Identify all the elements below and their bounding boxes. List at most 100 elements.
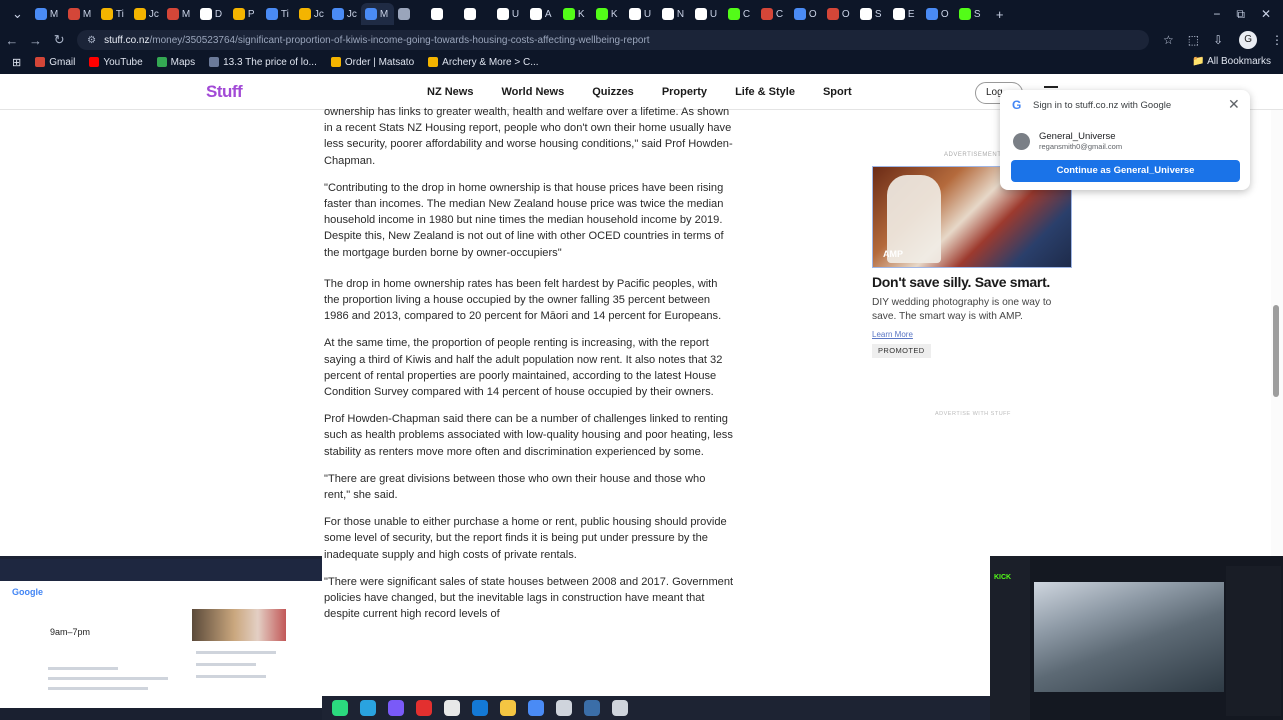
outlook-icon[interactable]: [472, 700, 488, 716]
browser-tab[interactable]: N: [658, 3, 691, 25]
hamburger-menu-icon[interactable]: [1044, 86, 1058, 88]
chat-app-icon[interactable]: [332, 700, 348, 716]
extensions-icon[interactable]: ⬚: [1188, 33, 1199, 47]
calendar-icon[interactable]: [444, 700, 460, 716]
browser-tab[interactable]: Jc: [295, 3, 328, 25]
browser-tab[interactable]: U: [493, 3, 526, 25]
nav-nz-news[interactable]: NZ News: [427, 86, 473, 98]
close-window-icon[interactable]: ✕: [1261, 7, 1271, 21]
apps-grid-icon[interactable]: ⊞: [12, 56, 21, 69]
bookmark-item[interactable]: Archery & More > C...: [428, 57, 539, 68]
tab-search-icon[interactable]: ⌄: [4, 6, 31, 22]
close-icon[interactable]: ✕: [1228, 96, 1240, 113]
bookmark-item[interactable]: Maps: [156, 57, 195, 68]
back-icon[interactable]: ←: [0, 33, 24, 48]
browser-tab[interactable]: O: [823, 3, 856, 25]
reload-icon[interactable]: ↻: [47, 32, 71, 48]
browser-tab[interactable]: K: [592, 3, 625, 25]
browser-tab[interactable]: C: [757, 3, 790, 25]
menu-icon[interactable]: ⋮: [1271, 33, 1283, 47]
browser-tab[interactable]: C: [724, 3, 757, 25]
settings-icon[interactable]: [612, 700, 628, 716]
browser-tab[interactable]: O: [922, 3, 955, 25]
browser-tab[interactable]: Jc: [328, 3, 361, 25]
forward-icon[interactable]: →: [24, 33, 48, 48]
bookmark-item[interactable]: Gmail: [35, 57, 75, 68]
chrome-icon[interactable]: [528, 700, 544, 716]
tab-label: Ti: [115, 8, 124, 20]
bookmark-item[interactable]: Order | Matsato: [330, 57, 414, 68]
nav-sport[interactable]: Sport: [823, 86, 852, 98]
browser-tab[interactable]: P: [229, 3, 262, 25]
browser-tab[interactable]: M: [163, 3, 196, 25]
browser-tab[interactable]: [427, 3, 460, 25]
browser-tab[interactable]: E: [889, 3, 922, 25]
tab-label: E: [907, 8, 915, 20]
continue-as-button[interactable]: Continue as General_Universe: [1011, 160, 1240, 182]
ad-learn-more-link[interactable]: Learn More: [872, 330, 913, 339]
tab-favicon-icon: [793, 8, 806, 20]
stream-video: [1034, 582, 1224, 692]
tab-label: C: [742, 8, 751, 20]
nav-quizzes[interactable]: Quizzes: [592, 86, 634, 98]
browser-tab[interactable]: Ti: [262, 3, 295, 25]
bookmark-item[interactable]: 13.3 The price of lo...: [209, 57, 317, 68]
bookmark-item[interactable]: YouTube: [89, 57, 143, 68]
all-bookmarks[interactable]: 📁 All Bookmarks: [1192, 56, 1271, 67]
browser-tab[interactable]: [460, 3, 493, 25]
downloads-icon[interactable]: ⇩: [1213, 33, 1223, 47]
file-explorer-icon[interactable]: [500, 700, 516, 716]
browser-tab[interactable]: U: [691, 3, 724, 25]
tab-label: M: [82, 8, 92, 20]
article-body: ownership has links to greater wealth, h…: [324, 104, 734, 633]
nav-property[interactable]: Property: [662, 86, 707, 98]
tab-label: S: [973, 8, 981, 20]
tab-favicon-icon: [199, 8, 212, 20]
scrollbar-thumb[interactable]: [1273, 305, 1279, 397]
telegram-icon[interactable]: [360, 700, 376, 716]
browser-tab[interactable]: Jc: [130, 3, 163, 25]
nav-world-news[interactable]: World News: [501, 86, 564, 98]
nav-life-style[interactable]: Life & Style: [735, 86, 795, 98]
amp-logo: AMP: [883, 249, 903, 259]
steam-icon[interactable]: [584, 700, 600, 716]
site-info-icon[interactable]: ⚙: [87, 35, 96, 46]
tab-favicon-icon: [595, 8, 608, 20]
bookmark-star-icon[interactable]: ☆: [1163, 33, 1174, 47]
bookmark-label: 13.3 The price of lo...: [223, 56, 317, 68]
tab-favicon-icon: [529, 8, 542, 20]
address-bar[interactable]: ⚙ stuff.co.nz/money/350523764/significan…: [77, 30, 1150, 50]
tab-label: D: [214, 8, 223, 20]
browser-tab[interactable]: O: [790, 3, 823, 25]
browser-tab[interactable]: M: [64, 3, 97, 25]
advertisement-label: ADVERTISEMENT: [944, 152, 1002, 158]
browser-tab[interactable]: S: [955, 3, 988, 25]
bolt-app-icon[interactable]: [416, 700, 432, 716]
restore-icon[interactable]: ⧉: [1236, 7, 1245, 22]
browser-tab[interactable]: A: [526, 3, 559, 25]
browser-tab[interactable]: M: [360, 3, 394, 25]
minimize-icon[interactable]: −: [1213, 7, 1220, 21]
stuff-logo[interactable]: Stuff: [206, 82, 243, 102]
browser-tab[interactable]: U: [625, 3, 658, 25]
browser-tab[interactable]: [394, 3, 427, 25]
taskbar-left-segment: [0, 708, 322, 720]
feather-app-icon[interactable]: [556, 700, 572, 716]
bookmark-label: Gmail: [49, 56, 76, 68]
taskbar: [322, 696, 990, 720]
tab-favicon-icon: [628, 8, 641, 20]
new-tab-button[interactable]: +: [988, 7, 1012, 22]
tab-label: Jc: [313, 8, 324, 20]
browser-tab[interactable]: S: [856, 3, 889, 25]
browser-tab[interactable]: M: [31, 3, 64, 25]
browser-tab[interactable]: K: [559, 3, 592, 25]
overlay-google-logo: Google: [12, 587, 43, 597]
browser-tab[interactable]: Ti: [97, 3, 130, 25]
browser-tab[interactable]: D: [196, 3, 229, 25]
profile-avatar[interactable]: G: [1239, 31, 1257, 49]
discord-icon[interactable]: [388, 700, 404, 716]
advertise-with-stuff-label[interactable]: ADVERTISE WITH STUFF: [935, 411, 1011, 417]
ad-title[interactable]: Don't save silly. Save smart.: [872, 274, 1050, 290]
account-name[interactable]: General_Universe: [1039, 131, 1116, 142]
tab-favicon-icon: [958, 8, 971, 20]
